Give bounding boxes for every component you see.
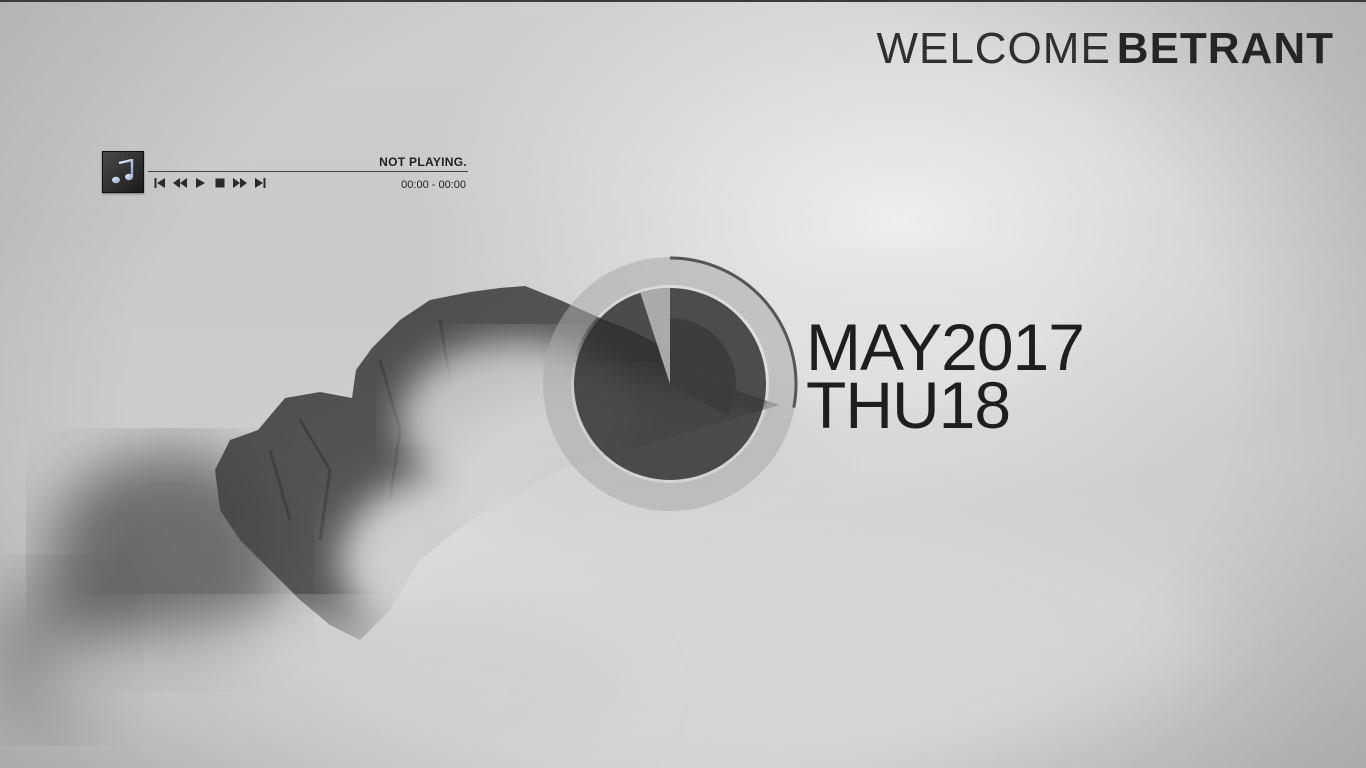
- music-note-icon: [112, 159, 134, 184]
- track-progress-bar[interactable]: [148, 171, 468, 172]
- rewind-button[interactable]: [172, 177, 188, 189]
- weekday-label: THU: [806, 368, 940, 442]
- skip-previous-button[interactable]: [152, 177, 168, 189]
- stop-button[interactable]: [212, 177, 228, 189]
- welcome-message: WELCOME BETRANT: [876, 24, 1334, 74]
- fast-forward-button[interactable]: [232, 177, 248, 189]
- play-button[interactable]: [192, 177, 208, 189]
- album-art[interactable]: [102, 151, 144, 193]
- welcome-user-name: BETRANT: [1116, 24, 1334, 73]
- date-display: MAY2017 THU18: [806, 314, 1085, 438]
- skip-next-icon: [255, 178, 266, 188]
- play-icon: [196, 178, 205, 188]
- music-player-widget: NOT PLAYING. 00:00 - 00:00: [102, 150, 468, 194]
- stop-icon: [215, 178, 225, 188]
- weekday-day: THU18: [806, 372, 1084, 438]
- clock-graphic: [543, 256, 798, 511]
- track-status: NOT PLAYING.: [379, 155, 467, 169]
- day-label: 18: [938, 368, 1011, 442]
- playback-controls: [152, 177, 268, 189]
- welcome-greeting: WELCOME: [876, 24, 1111, 73]
- skip-previous-icon: [154, 178, 165, 188]
- top-border: [0, 0, 1366, 2]
- skip-next-button[interactable]: [252, 177, 268, 189]
- track-time: 00:00 - 00:00: [401, 179, 466, 191]
- rewind-icon: [173, 178, 187, 188]
- analog-clock-ring: [540, 254, 800, 514]
- fast-forward-icon: [233, 178, 247, 188]
